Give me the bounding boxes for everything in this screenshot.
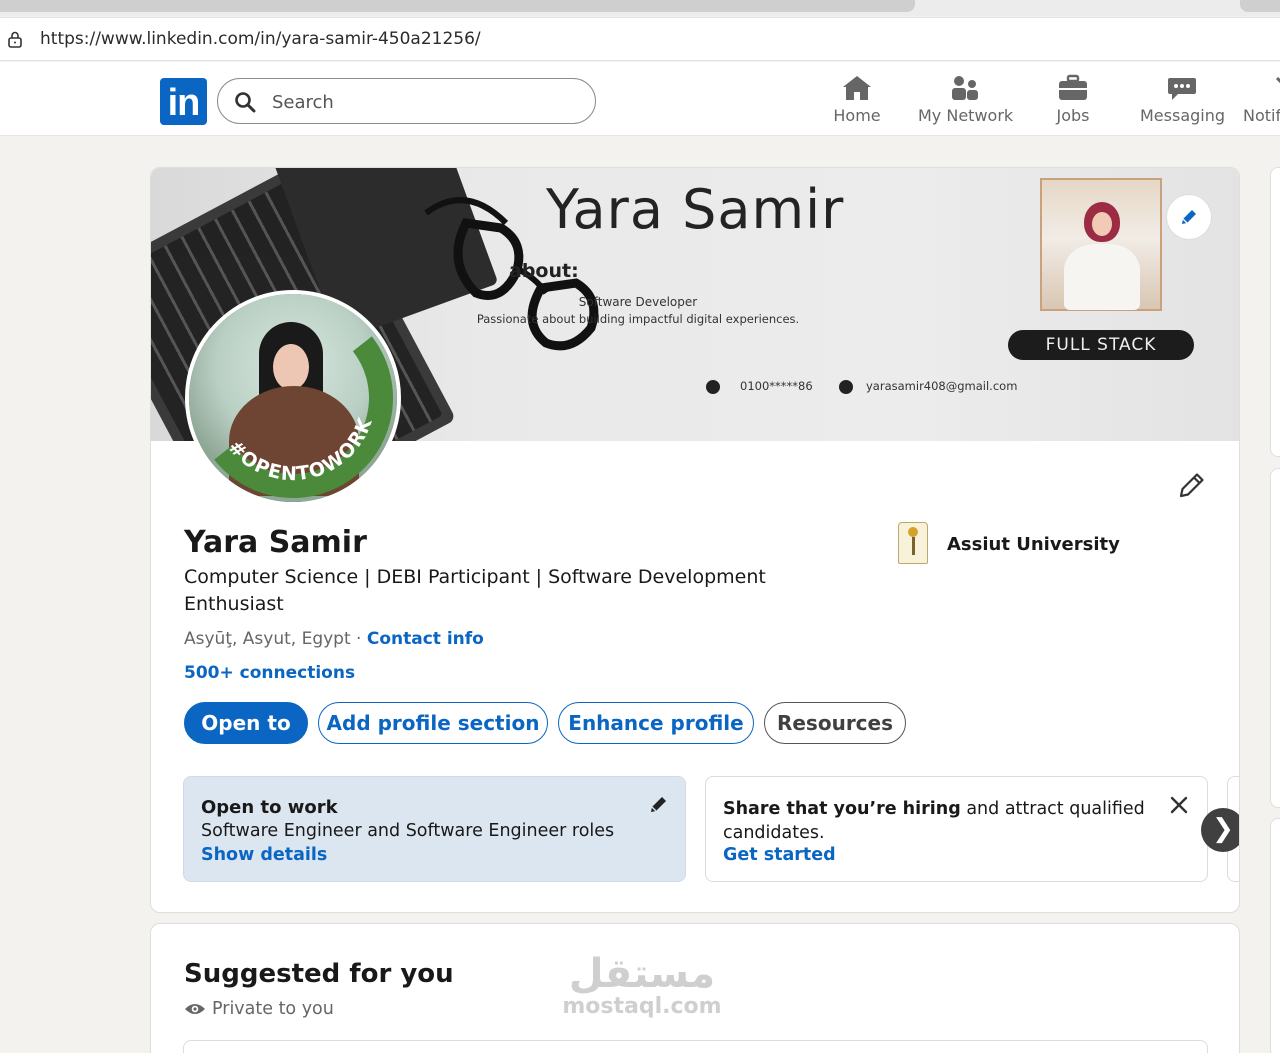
watermark-arabic: مستقل [568, 951, 716, 997]
phone-icon [706, 380, 720, 394]
hiring-text: Share that you’re hiring and attract qua… [723, 799, 1145, 843]
home-icon [843, 76, 871, 100]
profile-photo[interactable]: #OPENTOWORK [185, 290, 401, 506]
suggested-title: Suggested for you [184, 959, 454, 989]
linkedin-logo[interactable]: in [160, 78, 207, 125]
nav-my-network-label: My Network [918, 106, 1014, 125]
pencil-icon[interactable] [648, 793, 670, 815]
open-to-work-card[interactable]: Open to work Software Engineer and Softw… [183, 776, 686, 882]
nav-notifications-label: Notif [1243, 106, 1280, 125]
banner-email: yarasamir408@gmail.com [866, 379, 1018, 393]
carousel-next-button[interactable]: ❯ [1201, 808, 1239, 852]
resources-button[interactable]: Resources [764, 702, 906, 744]
suggestion-item [183, 1040, 1208, 1053]
email-icon [839, 380, 853, 394]
browser-tab[interactable] [1240, 0, 1280, 12]
nav-notifications[interactable]: Notif [1243, 74, 1280, 130]
bell-icon [1275, 76, 1280, 84]
messaging-icon [1168, 78, 1196, 100]
open-to-button[interactable]: Open to [184, 702, 308, 744]
profile-top-card: Yara Samir about: Software Developer Pas… [150, 167, 1240, 913]
university-logo[interactable] [898, 522, 928, 564]
eye-icon [185, 1004, 205, 1014]
banner-full-stack-badge: FULL STACK [1008, 330, 1194, 360]
close-icon[interactable] [1169, 795, 1189, 815]
nav-home-label: Home [833, 106, 881, 125]
nav-jobs-label: Jobs [1056, 106, 1090, 125]
location-row: Asyūţ, Asyut, Egypt · Contact info [184, 629, 484, 649]
add-profile-section-button[interactable]: Add profile section [318, 702, 548, 744]
browser-tab[interactable] [0, 0, 915, 12]
contact-info-link[interactable]: Contact info [367, 629, 484, 649]
banner-role: Software Developer [578, 295, 698, 309]
nav-home[interactable]: Home [832, 74, 882, 130]
banner-description: Passionate about building impactful digi… [476, 312, 800, 326]
banner-title: Yara Samir [546, 178, 845, 241]
pencil-icon [1182, 210, 1196, 224]
hiring-card[interactable]: Share that you’re hiring and attract qua… [705, 776, 1208, 882]
nav-messaging-label: Messaging [1140, 106, 1226, 125]
nav-messaging[interactable]: Messaging [1140, 74, 1226, 130]
banner-about-label: about: [509, 260, 579, 282]
network-icon [952, 76, 978, 100]
banner-phone: 0100*****86 [740, 379, 813, 393]
search-box[interactable] [217, 78, 596, 124]
get-started-link[interactable]: Get started [723, 845, 836, 865]
side-card [1270, 818, 1280, 1053]
connections-link[interactable]: 500+ connections [184, 663, 355, 683]
private-to-you: Private to you [184, 999, 334, 1019]
search-icon [235, 92, 256, 113]
side-card [1270, 468, 1280, 808]
edit-banner-button[interactable] [1167, 195, 1211, 239]
side-card [1270, 167, 1280, 457]
address-bar[interactable]: https://www.linkedin.com/in/yara-samir-4… [0, 17, 1280, 61]
search-input[interactable] [272, 88, 572, 116]
watermark: مستقل mostaql.com [562, 950, 722, 1019]
nav-jobs[interactable]: Jobs [1050, 74, 1096, 130]
open-to-work-roles: Software Engineer and Software Engineer … [201, 821, 615, 841]
edit-intro-button[interactable] [1177, 470, 1207, 500]
nav-my-network[interactable]: My Network [918, 74, 1014, 130]
browser-tab-strip [0, 0, 1280, 16]
profile-name: Yara Samir [184, 525, 367, 560]
enhance-profile-button[interactable]: Enhance profile [558, 702, 754, 744]
url-text[interactable]: https://www.linkedin.com/in/yara-samir-4… [40, 29, 481, 49]
education-name[interactable]: Assiut University [947, 534, 1120, 555]
briefcase-icon [1059, 74, 1087, 100]
global-nav: in Home My Network Jobs [0, 62, 1280, 136]
profile-location: Asyūţ, Asyut, Egypt [184, 629, 351, 649]
open-to-work-title: Open to work [201, 797, 338, 818]
banner-photo [1040, 178, 1162, 311]
watermark-latin: mostaql.com [562, 994, 722, 1019]
site-info-icon[interactable] [6, 30, 24, 48]
separator-dot: · [356, 629, 362, 649]
show-details-link[interactable]: Show details [201, 845, 327, 865]
profile-headline: Computer Science | DEBI Participant | So… [184, 566, 766, 615]
opentowork-frame: #OPENTOWORK [214, 336, 393, 502]
